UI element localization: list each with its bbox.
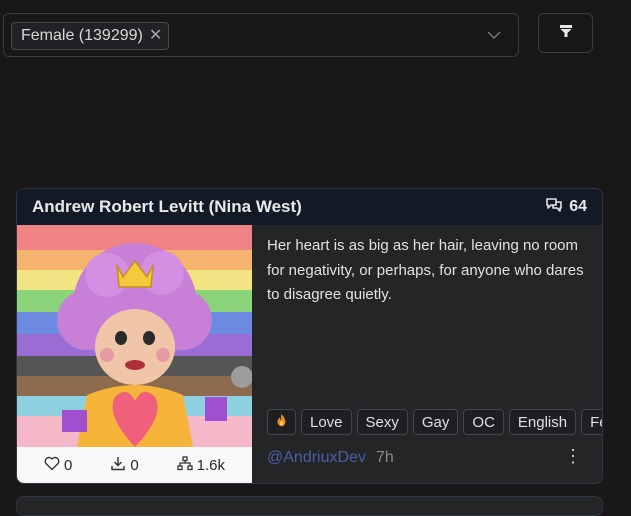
author-link[interactable]: @AndriuxDev (267, 449, 366, 467)
fork-count: 1.6k (196, 457, 225, 474)
card-description: Her heart is as big as her hair, leaving… (267, 237, 584, 303)
tag-chip[interactable]: Fem (581, 409, 602, 435)
next-card[interactable] (16, 496, 603, 516)
filter-button[interactable] (538, 13, 593, 53)
tag-list: Love Sexy Gay OC English Fem (267, 409, 602, 435)
chip-remove-icon[interactable]: ✕ (149, 28, 162, 44)
card-header: Andrew Robert Levitt (Nina West) 64 (17, 189, 602, 225)
selected-tag-chip: Female (139299) ✕ (11, 22, 170, 50)
character-card[interactable]: Andrew Robert Levitt (Nina West) 64 0 0 … (16, 188, 603, 484)
like-count: 0 (63, 457, 73, 474)
fork-icon (176, 456, 193, 475)
post-time: 7h (375, 449, 394, 466)
tag-chip[interactable]: English (508, 409, 577, 435)
fire-tag[interactable] (267, 409, 296, 435)
tag-filter-select[interactable]: Female (139299) ✕ (3, 13, 519, 57)
download-stat[interactable]: 0 (110, 456, 139, 475)
card-title[interactable]: Andrew Robert Levitt (Nina West) (32, 197, 302, 217)
download-count: 0 (130, 457, 139, 474)
comment-count-value: 64 (569, 198, 587, 215)
comments-icon (545, 197, 563, 218)
comment-count[interactable]: 64 (545, 197, 587, 218)
tag-chip[interactable]: Sexy (356, 409, 408, 435)
more-icon[interactable]: ⋮ (564, 447, 582, 465)
download-icon (110, 456, 126, 475)
fire-icon (275, 413, 288, 431)
like-stat[interactable]: 0 (44, 456, 72, 475)
character-avatar-image[interactable] (17, 225, 252, 447)
chip-label: Female (139299) (21, 27, 143, 44)
tag-chip[interactable]: OC (463, 409, 504, 435)
tag-chip[interactable]: Love (301, 409, 352, 435)
fork-stat[interactable]: 1.6k (176, 456, 225, 475)
heart-icon (44, 456, 60, 475)
card-stats-bar: 0 0 1.6k (17, 447, 252, 483)
filter-icon (559, 24, 573, 43)
chevron-down-icon[interactable] (486, 27, 502, 48)
tag-chip[interactable]: Gay (412, 409, 459, 435)
author-line: @AndriuxDev 7h (267, 449, 394, 467)
